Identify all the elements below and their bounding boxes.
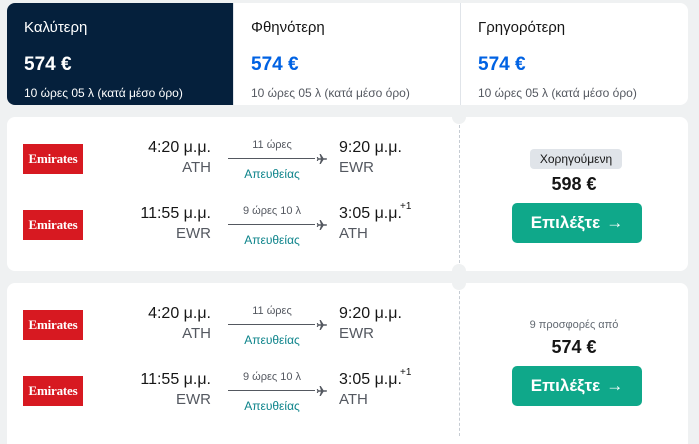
flight-duration: 9 ώρες 10 λ	[242, 371, 302, 383]
select-button-label: Επιλέξτε	[530, 376, 601, 395]
flight-duration-line: 9 ώρες 10 λ Απευθείας	[228, 204, 328, 248]
day-offset: +1	[400, 367, 412, 378]
stops-label: Απευθείας	[244, 333, 300, 347]
airline-logo: Emirates	[23, 210, 83, 240]
departure: 4:20 μ.μ. ATH	[131, 138, 211, 177]
departure-time: 4:20 μ.μ.	[148, 139, 211, 156]
price-panel: Χορηγούμενη 598 € Επιλέξτε →	[460, 117, 688, 271]
tab-price: 574 €	[24, 54, 72, 75]
arrow-right-icon: →	[606, 376, 624, 395]
outbound-leg: Emirates 4:20 μ.μ. ATH 11 ώρες Απευθείας…	[7, 138, 447, 182]
stops-label: Απευθείας	[244, 167, 300, 181]
stops-label: Απευθείας	[244, 399, 300, 413]
departure-airport: ATH	[182, 159, 211, 176]
arrival: 9:20 μ.μ. EWR	[339, 138, 419, 177]
flight-duration: 9 ώρες 10 λ	[242, 205, 302, 217]
stops-label: Απευθείας	[244, 233, 300, 247]
tab-price: 574 €	[251, 54, 299, 75]
departure-time: 11:55 μ.μ.	[140, 371, 211, 388]
tab-price: 574 €	[478, 54, 526, 75]
tab-label: Γρηγορότερη	[478, 19, 566, 36]
departure: 11:55 μ.μ. EWR	[131, 204, 211, 243]
select-button[interactable]: Επιλέξτε →	[512, 366, 642, 406]
select-button[interactable]: Επιλέξτε →	[512, 203, 642, 243]
airline-logo: Emirates	[23, 144, 83, 174]
arrival-time: 9:20 μ.μ.	[339, 139, 402, 156]
plane-icon	[316, 382, 328, 398]
departure-airport: ATH	[182, 325, 211, 342]
airline-logo: Emirates	[23, 376, 83, 406]
route-line	[228, 158, 315, 159]
tab-cheapest[interactable]: Φθηνότερη 574 € 10 ώρες 05 λ (κατά μέσο …	[234, 3, 461, 105]
flight-duration: 11 ώρες	[252, 139, 292, 151]
tab-label: Φθηνότερη	[251, 19, 325, 36]
plane-icon	[316, 316, 328, 332]
departure: 4:20 μ.μ. ATH	[131, 304, 211, 343]
tab-duration: 10 ώρες 05 λ (κατά μέσο όρο)	[24, 86, 183, 100]
price: 598 €	[551, 174, 597, 194]
result-card[interactable]: Emirates 4:20 μ.μ. ATH 11 ώρες Απευθείας…	[7, 276, 688, 444]
price: 574 €	[551, 337, 597, 357]
airline-logo: Emirates	[23, 310, 83, 340]
departure-time: 11:55 μ.μ.	[140, 205, 211, 222]
return-leg: Emirates 11:55 μ.μ. EWR 9 ώρες 10 λ Απευ…	[7, 367, 447, 414]
departure-airport: EWR	[176, 225, 211, 242]
plane-icon	[316, 150, 328, 166]
arrival: 9:20 μ.μ. EWR	[339, 304, 419, 343]
arrival-airport: EWR	[339, 325, 374, 342]
arrow-right-icon: →	[606, 213, 624, 232]
departure: 11:55 μ.μ. EWR	[131, 370, 211, 409]
offers-count: 9 προσφορές από	[529, 319, 619, 331]
tab-label: Καλύτερη	[24, 19, 88, 36]
tab-duration: 10 ώρες 05 λ (κατά μέσο όρο)	[478, 86, 637, 100]
plane-icon	[316, 216, 328, 232]
route-line	[228, 324, 315, 325]
arrival-time: 9:20 μ.μ.	[339, 305, 402, 322]
select-button-label: Επιλέξτε	[530, 213, 601, 232]
sort-tabs: Καλύτερη 574 € 10 ώρες 05 λ (κατά μέσο ό…	[7, 3, 688, 105]
route-line	[228, 224, 315, 225]
tab-best[interactable]: Καλύτερη 574 € 10 ώρες 05 λ (κατά μέσο ό…	[7, 3, 234, 105]
departure-airport: EWR	[176, 391, 211, 408]
result-card[interactable]: Emirates 4:20 μ.μ. ATH 11 ώρες Απευθείας…	[7, 110, 688, 278]
outbound-leg: Emirates 4:20 μ.μ. ATH 11 ώρες Απευθείας…	[7, 304, 447, 348]
arrival-airport: ATH	[339, 391, 368, 408]
sponsored-badge: Χορηγούμενη	[530, 149, 622, 169]
tab-duration: 10 ώρες 05 λ (κατά μέσο όρο)	[251, 86, 410, 100]
day-offset: +1	[400, 201, 412, 212]
departure-time: 4:20 μ.μ.	[148, 305, 211, 322]
flight-duration-line: 11 ώρες Απευθείας	[228, 304, 328, 348]
arrival-airport: ATH	[339, 225, 368, 242]
price-panel: 9 προσφορές από 574 € Επιλέξτε →	[460, 283, 688, 444]
tab-fastest[interactable]: Γρηγορότερη 574 € 10 ώρες 05 λ (κατά μέσ…	[461, 3, 688, 105]
flight-duration-line: 9 ώρες 10 λ Απευθείας	[228, 370, 328, 414]
return-leg: Emirates 11:55 μ.μ. EWR 9 ώρες 10 λ Απευ…	[7, 201, 447, 248]
flight-duration: 11 ώρες	[252, 305, 292, 317]
arrival-airport: EWR	[339, 159, 374, 176]
route-line	[228, 390, 315, 391]
flight-duration-line: 11 ώρες Απευθείας	[228, 138, 328, 182]
